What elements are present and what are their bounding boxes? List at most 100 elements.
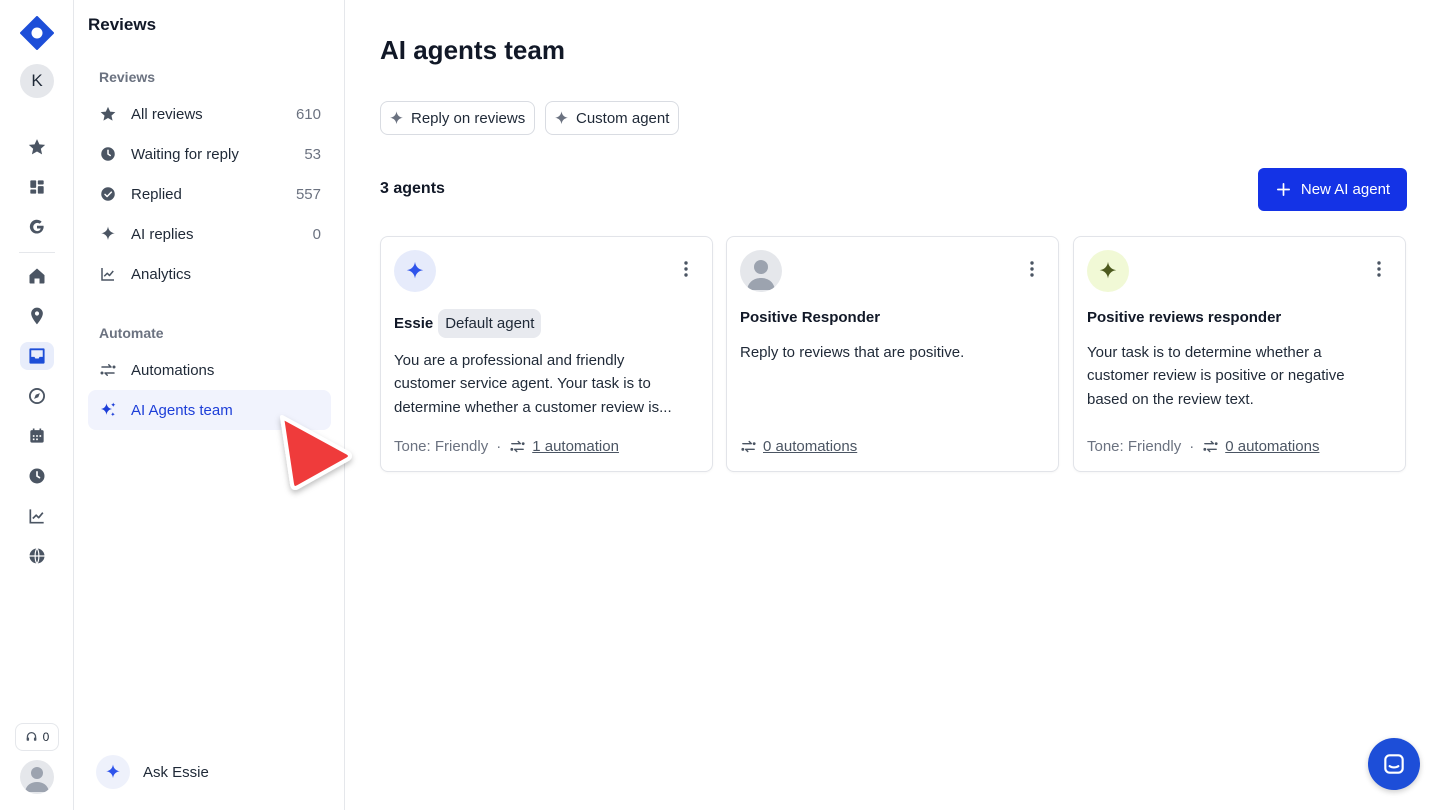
- user-avatar[interactable]: [20, 760, 54, 794]
- ask-essie-button[interactable]: Ask Essie: [96, 755, 209, 789]
- agent-card-essie[interactable]: Essie Default agent You are a profession…: [380, 236, 713, 472]
- sidebar-item-ai-replies[interactable]: AI replies 0: [88, 214, 331, 254]
- clock-icon[interactable]: [23, 462, 51, 490]
- description-line: You are a professional and friendly: [394, 352, 625, 369]
- agent-count: 3 agents: [380, 180, 445, 197]
- sidebar-item-label: Waiting for reply: [131, 145, 239, 163]
- agent-description: Reply to reviews that are positive.: [740, 341, 1045, 364]
- agent-name-row: Positive reviews responder: [1087, 309, 1281, 326]
- account-avatar[interactable]: K: [20, 64, 54, 98]
- sidebar-item-count: 610: [295, 105, 321, 123]
- automation-icon: [98, 360, 118, 380]
- section-label-reviews: Reviews: [99, 69, 156, 85]
- credits-badge[interactable]: 0: [15, 723, 59, 751]
- more-options-icon[interactable]: [1371, 259, 1387, 279]
- plus-icon: [1276, 182, 1290, 197]
- agent-footer: Tone: Friendly · 0 automations: [1087, 438, 1319, 455]
- default-agent-badge: Default agent: [438, 309, 542, 338]
- template-chip-reply-on-reviews[interactable]: Reply on reviews: [380, 101, 536, 135]
- automation-icon: [510, 440, 525, 453]
- sparkle-icon: [406, 261, 424, 279]
- inbox-icon[interactable]: [20, 342, 54, 370]
- sparkle-icon: [555, 110, 568, 124]
- sidebar-item-label: AI replies: [131, 225, 194, 243]
- app-logo-icon[interactable]: [20, 16, 54, 50]
- sidebar-item-replied[interactable]: Replied 557: [88, 174, 331, 214]
- sidebar-item-count: 53: [304, 145, 321, 163]
- template-chip-custom-agent[interactable]: Custom agent: [545, 101, 680, 135]
- description-line: customer review is positive or negative: [1087, 367, 1345, 385]
- agent-avatar: [740, 250, 782, 292]
- sidebar-item-label: Analytics: [131, 265, 192, 283]
- sidebar-item-label: Automations: [131, 361, 215, 379]
- description-line: based on the review text.: [1087, 390, 1254, 408]
- location-pin-icon[interactable]: [23, 302, 51, 330]
- description-line: Reply to reviews that are positive.: [740, 344, 965, 361]
- sidebar-item-waiting-for-reply[interactable]: Waiting for reply 53: [88, 134, 331, 174]
- compass-icon[interactable]: [23, 382, 51, 410]
- chart-line-icon[interactable]: [23, 502, 51, 530]
- sidebar-item-count: 557: [295, 185, 321, 203]
- agent-tone: Tone: Friendly: [394, 438, 489, 455]
- user-icon: [747, 260, 775, 290]
- page-title: AI agents team: [380, 35, 565, 65]
- automation-icon: [741, 440, 756, 453]
- headset-icon: [26, 731, 37, 741]
- new-ai-agent-label: New AI agent: [1300, 181, 1391, 198]
- icon-rail: K 0: [0, 0, 74, 810]
- more-options-icon[interactable]: [1024, 259, 1040, 279]
- sparkles-icon: [98, 400, 118, 420]
- description-line: customer service agent. Your task is to: [394, 375, 651, 393]
- agent-name: Positive reviews responder: [1087, 309, 1282, 326]
- new-ai-agent-button[interactable]: New AI agent: [1258, 168, 1407, 211]
- description-line: Your task is to determine whether a: [1087, 344, 1322, 361]
- agent-name: Positive Responder: [740, 309, 881, 326]
- automations-link[interactable]: 0 automations: [1225, 438, 1319, 455]
- sidebar-title: Reviews: [88, 15, 157, 34]
- sidebar-item-all-reviews[interactable]: All reviews 610: [88, 94, 331, 134]
- chip-label: Reply on reviews: [411, 109, 526, 127]
- sparkle-icon: [98, 224, 118, 244]
- avatar-initial: K: [31, 71, 43, 90]
- sidebar-item-count: 0: [312, 225, 321, 243]
- sidebar-item-label: All reviews: [131, 105, 203, 123]
- sidebar-item-automations[interactable]: Automations: [88, 350, 331, 390]
- agent-card-positive-responder[interactable]: Positive Responder Reply to reviews that…: [726, 236, 1059, 472]
- chat-launcher-button[interactable]: [1368, 738, 1420, 790]
- separator-dot: ·: [496, 438, 502, 455]
- more-options-icon[interactable]: [678, 259, 694, 279]
- automation-icon: [1203, 440, 1218, 453]
- section-label-automate: Automate: [99, 325, 164, 341]
- sparkle-icon: [96, 755, 130, 789]
- chart-line-icon: [98, 264, 118, 284]
- agent-footer: Tone: Friendly · 1 automation: [394, 438, 619, 455]
- main-content: AI agents team Reply on reviews Custom a…: [345, 0, 1440, 810]
- ask-essie-label: Ask Essie: [143, 763, 209, 781]
- automations-link[interactable]: 0 automations: [763, 438, 857, 455]
- google-icon[interactable]: [23, 213, 51, 241]
- chip-label: Custom agent: [576, 109, 670, 127]
- description-line: determine whether a customer review is..…: [394, 398, 672, 416]
- sidebar-item-label: Replied: [131, 185, 182, 203]
- agent-name: Essie: [394, 315, 434, 332]
- separator-dot: ·: [1189, 438, 1195, 455]
- agent-footer: 0 automations: [740, 438, 857, 455]
- star-icon: [98, 104, 118, 124]
- chat-icon: [1384, 754, 1404, 774]
- dashboard-icon[interactable]: [23, 173, 51, 201]
- pointer-arrow-icon: [280, 415, 352, 490]
- agent-description: Your task is to determine whether a cust…: [1087, 341, 1392, 411]
- sparkle-icon: [1099, 261, 1117, 279]
- agent-avatar: [394, 250, 436, 292]
- calendar-icon[interactable]: [23, 422, 51, 450]
- star-icon[interactable]: [23, 133, 51, 161]
- check-circle-icon: [98, 184, 118, 204]
- home-icon[interactable]: [23, 262, 51, 290]
- rail-divider: [19, 252, 55, 253]
- agent-description: You are a professional and friendly cust…: [394, 349, 699, 419]
- automations-link[interactable]: 1 automation: [532, 438, 619, 455]
- sidebar-item-analytics[interactable]: Analytics: [88, 254, 331, 294]
- agent-card-positive-reviews-responder[interactable]: Positive reviews responder Your task is …: [1073, 236, 1406, 472]
- globe-icon[interactable]: [23, 542, 51, 570]
- agent-avatar: [1087, 250, 1129, 292]
